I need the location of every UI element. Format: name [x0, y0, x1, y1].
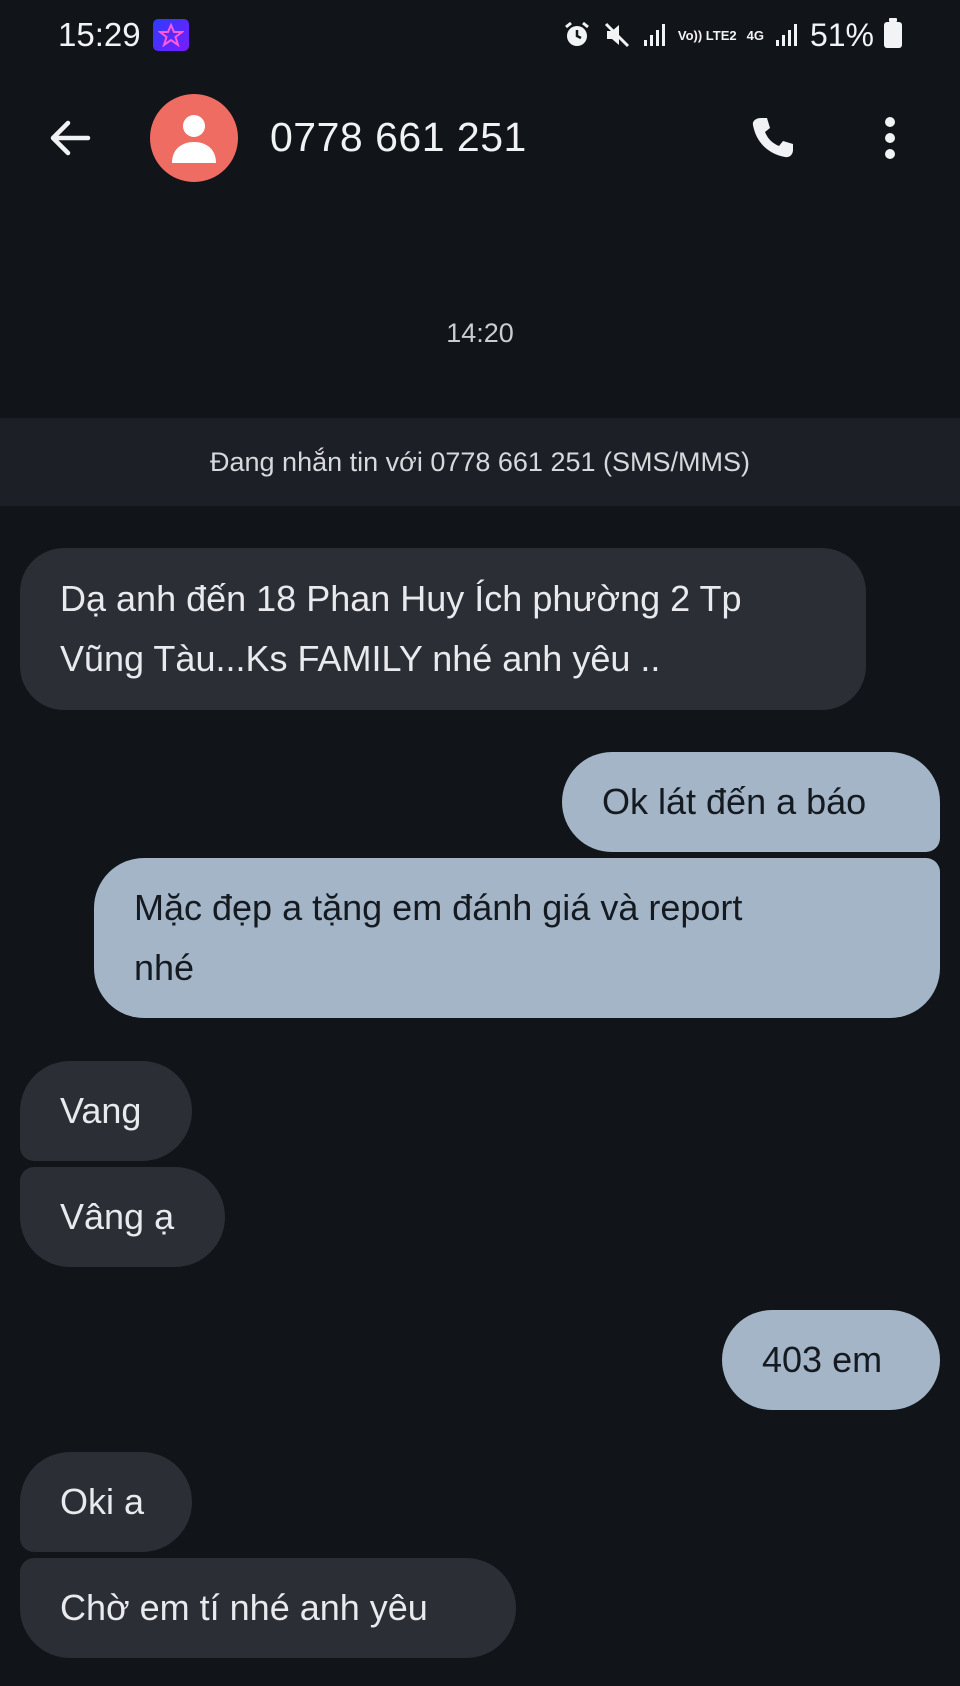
sms-info-banner: Đang nhắn tin với 0778 661 251 (SMS/MMS)	[0, 418, 960, 506]
back-button[interactable]	[44, 114, 96, 162]
sms-info-text: Đang nhắn tin với 0778 661 251 (SMS/MMS)	[210, 446, 750, 477]
volte-label: Vo)) LTE2	[677, 27, 737, 43]
back-arrow-icon	[50, 120, 91, 156]
signal-icon-2	[774, 22, 800, 48]
mute-icon	[602, 20, 632, 50]
status-bar-right: Vo)) LTE2 4G 51%	[562, 17, 902, 54]
message-timestamp: 14:20	[446, 318, 514, 348]
status-time: 15:29	[58, 16, 141, 53]
status-bar: 15:29 Vo)) LTE2 4G 51%	[0, 0, 960, 70]
message-bubble-incoming[interactable]: Oki a	[20, 1452, 192, 1552]
message-text: Ok lát đến a báo	[602, 781, 867, 822]
contact-name[interactable]: 0778 661 251	[270, 114, 527, 161]
message-bubble-outgoing[interactable]: Ok lát đến a báo	[562, 752, 940, 852]
network-type: 4G	[746, 27, 764, 43]
conversation-header: 0778 661 251	[0, 80, 960, 195]
message-bubble-incoming[interactable]: Vang	[20, 1061, 192, 1161]
call-button[interactable]	[744, 110, 800, 166]
battery-percent: 51%	[809, 16, 874, 53]
status-bar-left: 15:29	[58, 16, 189, 54]
message-bubble-incoming[interactable]: Vâng ạ	[20, 1167, 225, 1267]
message-bubble-incoming[interactable]: Dạ anh đến 18 Phan Huy Ích phường 2 Tp V…	[20, 548, 866, 710]
battery-icon	[884, 18, 902, 48]
contact-avatar[interactable]	[150, 94, 238, 182]
message-text: Dạ anh đến 18 Phan Huy Ích phường 2 Tp V…	[60, 578, 742, 679]
message-text: Vâng ạ	[60, 1196, 175, 1237]
message-text: Mặc đẹp a tặng em đánh giá và report nhé	[134, 887, 743, 988]
message-bubble-outgoing[interactable]: Mặc đẹp a tặng em đánh giá và report nhé	[94, 858, 940, 1018]
message-text: Vang	[60, 1090, 142, 1131]
app-notification-icon	[152, 19, 189, 51]
more-vertical-icon	[885, 117, 895, 159]
message-text: Oki a	[60, 1481, 145, 1522]
message-text: 403 em	[762, 1339, 883, 1380]
message-text: Chờ em tí nhé anh yêu	[60, 1587, 428, 1628]
message-bubble-outgoing[interactable]: 403 em	[722, 1310, 940, 1410]
more-options-button[interactable]	[868, 110, 912, 166]
signal-icon-1	[642, 22, 668, 48]
alarm-icon	[562, 20, 592, 50]
phone-icon	[752, 118, 793, 158]
avatar-person-icon	[172, 115, 216, 163]
message-bubble-incoming[interactable]: Chờ em tí nhé anh yêu	[20, 1558, 516, 1658]
